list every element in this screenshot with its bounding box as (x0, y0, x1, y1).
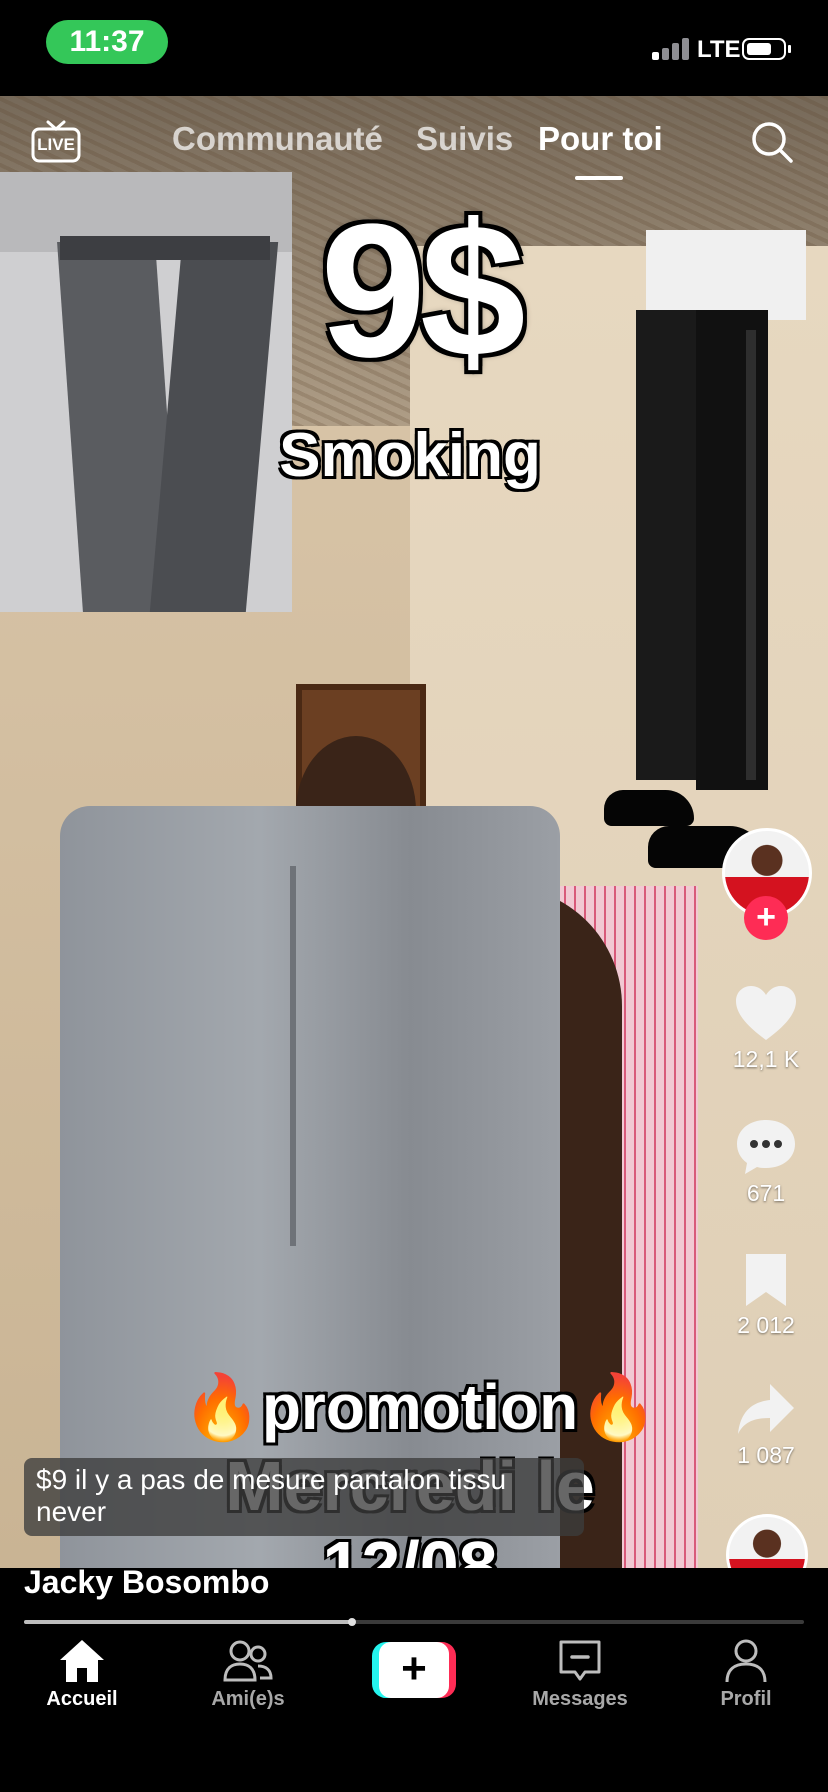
black-tuxedo-pants-image (596, 230, 808, 880)
signal-icon (652, 36, 700, 60)
product-overlay: Smoking (279, 421, 541, 490)
nav-profile[interactable]: Profil (676, 1638, 816, 1711)
comment-count: 671 (746, 1180, 786, 1206)
network-type: LTE (697, 36, 741, 63)
comment-icon (737, 1120, 795, 1174)
like-count: 12,1 K (732, 1046, 800, 1072)
heart-icon (736, 986, 796, 1040)
fire-icon: 🔥 (578, 1371, 658, 1443)
nav-home-label: Accueil (46, 1688, 118, 1710)
nav-profile-label: Profil (720, 1688, 772, 1710)
save-count: 2 012 (737, 1312, 795, 1338)
grey-pants-image (0, 172, 292, 612)
home-icon (60, 1640, 104, 1682)
fire-icon: 🔥 (182, 1371, 262, 1443)
create-icon: + (379, 1642, 449, 1698)
nav-inbox[interactable]: Messages (510, 1638, 650, 1711)
bookmark-icon (746, 1254, 786, 1306)
active-tab-indicator (575, 176, 623, 180)
tab-pour-toi[interactable]: Pour toi (538, 120, 663, 158)
live-label: LIVE (37, 135, 75, 154)
promo-overlay: 🔥promotion🔥 (180, 1370, 660, 1445)
follow-button[interactable]: + (744, 896, 788, 940)
nav-home[interactable]: Accueil (12, 1638, 152, 1711)
inbox-icon (559, 1640, 601, 1681)
create-button[interactable]: + (372, 1642, 456, 1698)
video-caption[interactable]: $9 il y a pas de mesure pantalon tissu n… (24, 1458, 584, 1536)
search-icon[interactable] (750, 120, 794, 164)
nav-inbox-label: Messages (532, 1688, 628, 1710)
status-time: 11:37 (46, 20, 168, 64)
save-button[interactable]: 2 012 (720, 1252, 812, 1339)
battery-tip (788, 45, 791, 53)
profile-icon (725, 1639, 767, 1683)
promo-text: promotion (261, 1371, 579, 1443)
share-button[interactable]: 1 087 (720, 1382, 812, 1469)
live-icon[interactable]: LIVE (30, 118, 82, 164)
like-button[interactable]: 12,1 K (720, 984, 812, 1073)
nav-friends[interactable]: Ami(e)s (178, 1638, 318, 1711)
author-name[interactable]: Jacky Bosombo (24, 1564, 269, 1601)
price-overlay: 9$ (320, 185, 525, 397)
share-icon (738, 1384, 794, 1434)
tab-suivis[interactable]: Suivis (416, 120, 513, 158)
battery-icon (742, 38, 786, 60)
nav-friends-label: Ami(e)s (211, 1688, 285, 1710)
comment-button[interactable]: 671 (720, 1118, 812, 1207)
playback-scrubber[interactable] (348, 1618, 356, 1626)
tab-communaute[interactable]: Communauté (172, 120, 383, 158)
playback-progress (24, 1620, 352, 1624)
friends-icon (223, 1640, 273, 1682)
share-count: 1 087 (737, 1442, 795, 1468)
